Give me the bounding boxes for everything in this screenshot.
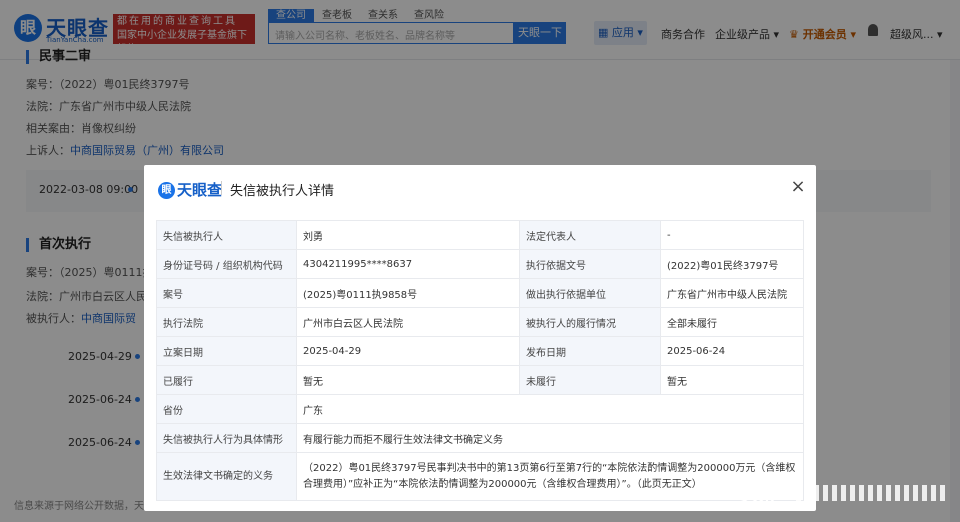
field-label: 发布日期 xyxy=(519,336,661,366)
field-label: 做出执行依据单位 xyxy=(519,278,661,308)
field-label: 被执行人的履行情况 xyxy=(519,307,661,337)
field-value: 2025-06-24 xyxy=(660,336,804,366)
field-label: 执行法院 xyxy=(156,307,297,337)
field-label: 已履行 xyxy=(156,365,297,395)
field-value: 4304211995****8637 xyxy=(296,249,520,279)
detail-table: 失信被执行人 刘勇 法定代表人 - 身份证号码 / 组织机构代码 4304211… xyxy=(156,220,804,501)
field-label: 立案日期 xyxy=(156,336,297,366)
field-label: 案号 xyxy=(156,278,297,308)
field-value: 暂无 xyxy=(660,365,804,395)
watermark-text: 头条 xyxy=(740,485,776,506)
close-icon[interactable]: × xyxy=(788,177,808,197)
field-label: 执行依据文号 xyxy=(519,249,661,279)
modal-logo-text: 天眼查 xyxy=(177,181,223,199)
modal-logo: 眼天眼查 xyxy=(158,179,222,200)
field-value: 暂无 xyxy=(296,365,520,395)
field-value: 广东省广州市中级人民法院 xyxy=(660,278,804,308)
field-value: (2025)粤0111执9858号 xyxy=(296,278,520,308)
field-value: 广州市白云区人民法院 xyxy=(296,307,520,337)
field-label: 法定代表人 xyxy=(519,220,661,250)
modal-title-divider xyxy=(221,181,222,195)
modal-logo-icon: 眼 xyxy=(158,182,175,199)
modal-title: 失信被执行人详情 xyxy=(230,184,335,199)
field-label: 失信被执行人行为具体情形 xyxy=(156,423,297,453)
field-value: （2022）粤01民终3797号民事判决书中的第13页第6行至第7行的“本院依法… xyxy=(296,452,804,501)
table-row: 省份 广东 xyxy=(156,394,804,424)
field-value: 有履行能力而拒不履行生效法律文书确定义务 xyxy=(296,423,804,453)
field-label: 未履行 xyxy=(519,365,661,395)
field-value: 刘勇 xyxy=(296,220,520,250)
table-row: 失信被执行人行为具体情形 有履行能力而拒不履行生效法律文书确定义务 xyxy=(156,423,804,453)
table-row: 已履行 暂无 未履行 暂无 xyxy=(156,365,804,395)
field-value: (2022)粤01民终3797号 xyxy=(660,249,804,279)
table-row: 案号 (2025)粤0111执9858号 做出执行依据单位 广东省广州市中级人民… xyxy=(156,278,804,308)
table-row: 身份证号码 / 组织机构代码 4304211995****8637 执行依据文号… xyxy=(156,249,804,279)
table-row: 失信被执行人 刘勇 法定代表人 - xyxy=(156,220,804,250)
dishonest-executee-modal: 眼天眼查 失信被执行人详情 × 失信被执行人 刘勇 法定代表人 - 身份证号码 … xyxy=(144,165,816,511)
table-row: 生效法律文书确定的义务 （2022）粤01民终3797号民事判决书中的第13页第… xyxy=(156,452,804,501)
field-label: 生效法律文书确定的义务 xyxy=(156,452,297,501)
field-value: 2025-04-29 xyxy=(296,336,520,366)
field-value: - xyxy=(660,220,804,250)
field-label: 省份 xyxy=(156,394,297,424)
table-row: 执行法院 广州市白云区人民法院 被执行人的履行情况 全部未履行 xyxy=(156,307,804,337)
field-label: 失信被执行人 xyxy=(156,220,297,250)
field-value: 全部未履行 xyxy=(660,307,804,337)
field-value: 广东 xyxy=(296,394,804,424)
field-label: 身份证号码 / 组织机构代码 xyxy=(156,249,297,279)
table-row: 立案日期 2025-04-29 发布日期 2025-06-24 xyxy=(156,336,804,366)
watermark-logo-icon xyxy=(796,485,946,501)
